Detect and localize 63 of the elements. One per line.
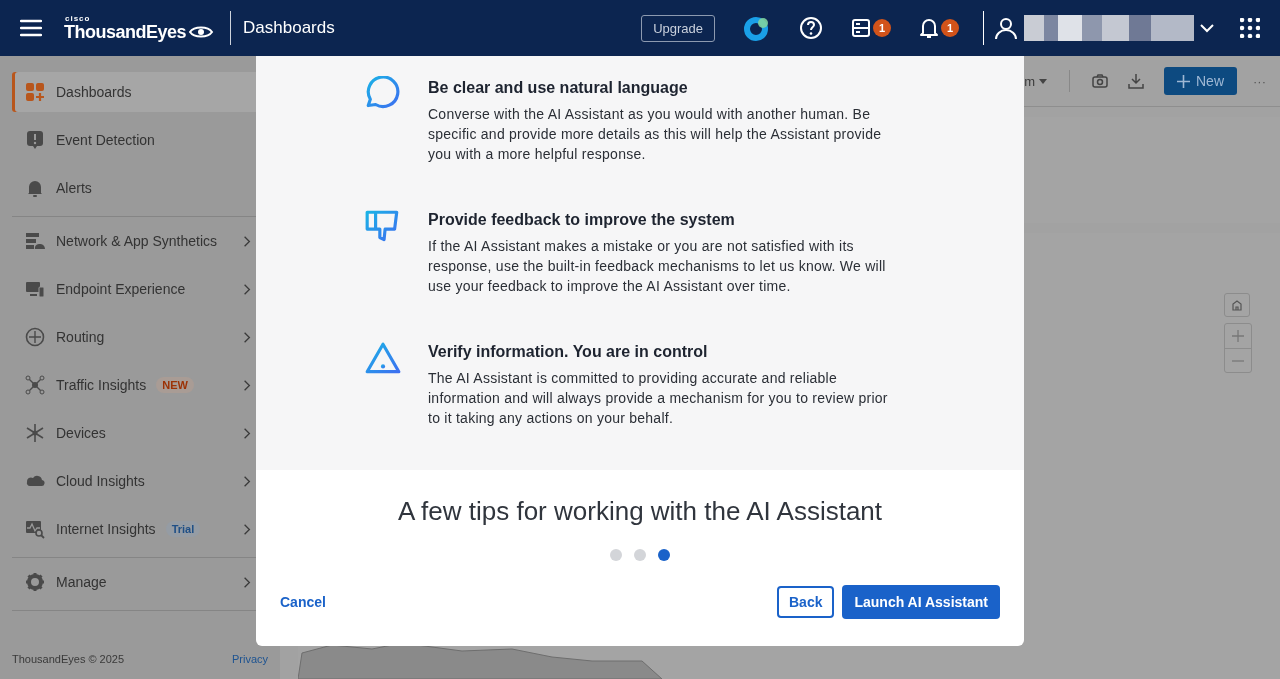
plus-icon [1177,74,1190,88]
sidebar-item[interactable]: Endpoint Experience [12,265,280,313]
logo-text: ThousandEyes [64,23,187,41]
gear-icon [25,572,45,592]
tip-title: Be clear and use natural language [428,79,689,97]
copyright-text: ThousandEyes © 2025 [12,653,125,665]
page-title: Dashboards [243,18,335,38]
sidebar-label: Manage [56,574,107,590]
step-dot[interactable] [634,549,646,561]
sidebar-item[interactable]: Internet Insights Trial [12,505,280,553]
tip-title: Provide feedback to improve the system [428,211,736,229]
dialog-title: A few tips for working with the AI Assistant [396,496,884,527]
step-dot[interactable] [658,549,670,561]
sidebar-item[interactable]: Alerts [12,164,280,212]
plus-icon [1232,330,1244,342]
sidebar-item[interactable]: Cloud Insights [12,457,280,505]
sidebar-label: Network & App Synthetics [56,233,218,249]
notification-badge: 1 [873,19,891,37]
chevron-down-icon[interactable] [1200,23,1214,33]
apps-grid-icon[interactable] [1240,18,1260,38]
server-icon[interactable] [851,18,871,38]
sidebar-item[interactable]: Routing [12,313,280,361]
back-button[interactable]: Back [777,586,835,618]
sidebar-item[interactable]: Event Detection [12,116,280,164]
sidebar-tag: Trial [165,521,201,537]
sidebar-label: Endpoint Experience [56,281,186,297]
launch-button[interactable]: Launch AI Assistant [842,585,1000,619]
tip-text: The AI Assistant is committed to providing accurate and reliable information and will always provide a mechanism for you to review prior to it taking any actions on your behalf. [428,369,889,428]
camera-icon[interactable] [1092,73,1108,89]
privacy-link[interactable]: Privacy [231,653,268,665]
dropdown-text[interactable]: m [1024,73,1035,89]
sidebar-label: Dashboards [56,84,132,100]
ring-logo-icon[interactable] [743,14,771,42]
new-button[interactable]: New [1164,67,1237,95]
menu-icon[interactable] [20,19,42,37]
sidebar-item[interactable]: Manage [12,558,280,606]
sidebar-label: Event Detection [56,132,155,148]
home-icon [1231,299,1243,311]
upgrade-button[interactable]: Upgrade [641,14,715,42]
caret-icon[interactable] [1039,78,1047,84]
step-dot[interactable] [610,549,622,561]
sidebar-label: Cloud Insights [56,473,145,489]
sidebar-label: Internet Insights [56,521,156,537]
tip-text: If the AI Assistant makes a mistake or you are not satisfied with its response, use the built-in feedback mechanisms to let us know. We will use your feedback to improve the AI Assistant over time. [428,237,887,296]
download-icon[interactable] [1128,73,1144,89]
help-icon[interactable] [799,16,823,40]
eye-icon [188,25,215,39]
sidebar-tag: NEW [156,377,194,393]
sidebar-label: Traffic Insights [56,377,147,393]
sidebar-item[interactable]: Devices [12,409,280,457]
tip-text: Converse with the AI Assistant as you would with another human. Be specific and provide more details as this will help the Assistant provide you with a more helpful response. [428,105,883,164]
tip-title: Verify information. You are in control [428,343,709,361]
user-icon[interactable] [994,16,1018,40]
logo-subtitle: cisco [65,15,92,23]
cancel-button[interactable]: Cancel [280,588,326,616]
notification-badge: 1 [941,19,959,37]
sidebar-item[interactable]: Network & App Synthetics [12,217,280,265]
bell-icon[interactable] [919,17,939,39]
more-button[interactable]: ··· [1253,73,1266,89]
sidebar-label: Devices [56,425,106,441]
sidebar-label: Alerts [56,180,92,196]
sidebar-item[interactable]: Traffic Insights NEW [12,361,280,409]
sidebar-label: Routing [56,329,105,345]
